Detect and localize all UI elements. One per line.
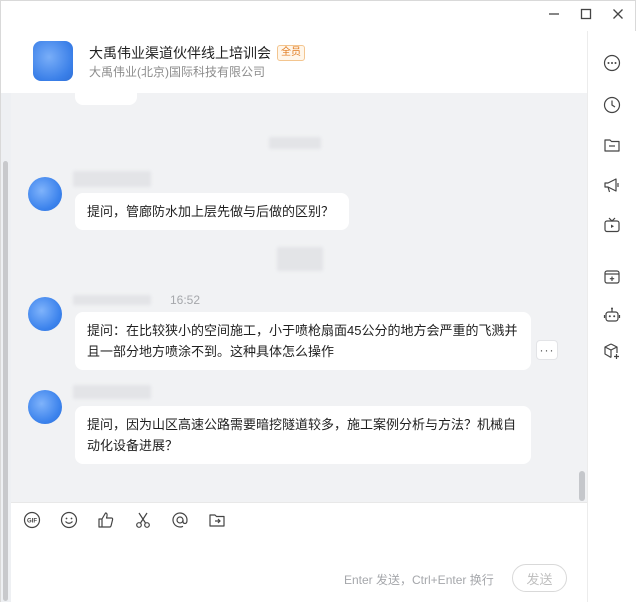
thumbs-up-icon[interactable] (97, 511, 115, 529)
message-bubble[interactable]: 提问，管廊防水加上层先做与后做的区别？ (75, 193, 349, 230)
group-title[interactable]: 大禹伟业渠道伙伴线上培训会 (89, 43, 271, 63)
redacted-timestamp (269, 137, 321, 149)
sender-avatar[interactable] (28, 297, 62, 331)
message-text: 提问，管廊防水加上层先做与后做的区别？ (87, 204, 335, 219)
message-bubble[interactable]: 提问，因为山区高速公路需要暗挖隧道较多，施工案例分析与方法？机械自动化设备进展？ (75, 406, 531, 464)
maximize-icon[interactable] (579, 7, 593, 21)
svg-text:GIF: GIF (27, 518, 37, 524)
group-title-row: 大禹伟业渠道伙伴线上培训会 全员 (89, 43, 305, 63)
send-hint: Enter 发送，Ctrl+Enter 换行 (344, 573, 494, 587)
message-scrollbar[interactable] (579, 471, 585, 501)
scissors-icon[interactable] (134, 511, 152, 529)
folder-icon[interactable] (602, 135, 622, 155)
member-badge: 全员 (277, 45, 305, 61)
message-bubble-partial (75, 93, 137, 105)
redacted-sender-name (73, 385, 151, 399)
window-controls (547, 7, 625, 21)
folder-send-icon[interactable] (208, 511, 226, 529)
redacted-sender-name (73, 295, 151, 305)
message-text: 提问：在比较狭小的空间施工，小于喷枪扇面45公分的地方会严重的飞溅并且一部分地方… (87, 323, 518, 359)
live-tv-icon[interactable] (602, 215, 622, 235)
message-list: 提问，管廊防水加上层先做与后做的区别？ 16:52 提问：在比较狭小的空间施工，… (11, 93, 587, 502)
announcement-icon[interactable] (602, 175, 622, 195)
message-more-button[interactable]: ··· (536, 340, 558, 360)
send-button[interactable]: 发送 (512, 564, 567, 592)
message-text: 提问，因为山区高速公路需要暗挖隧道较多，施工案例分析与方法？机械自动化设备进展？ (87, 417, 517, 453)
gif-icon[interactable]: GIF (23, 511, 41, 529)
message-bubble[interactable]: 提问：在比较狭小的空间施工，小于喷枪扇面45公分的地方会严重的飞溅并且一部分地方… (75, 312, 531, 370)
redacted-sender-name (73, 171, 151, 187)
minimize-icon[interactable] (547, 7, 561, 21)
close-icon[interactable] (611, 7, 625, 21)
history-icon[interactable] (602, 95, 622, 115)
chat-header: 大禹伟业渠道伙伴线上培训会 全员 大禹伟业(北京)国际科技有限公司 (11, 31, 587, 93)
left-scrollbar[interactable] (3, 161, 8, 601)
emoji-icon[interactable] (60, 511, 78, 529)
chat-window: 大禹伟业渠道伙伴线上培训会 全员 大禹伟业(北京)国际科技有限公司 提问，管廊防… (0, 0, 636, 602)
input-area[interactable]: GIF Enter 发送，Ctrl+Enter 换行 发送 (11, 502, 587, 602)
message-time: 16:52 (170, 293, 201, 307)
input-toolbar: GIF (23, 511, 226, 529)
right-sidebar (587, 31, 636, 602)
at-icon[interactable] (171, 511, 189, 529)
group-subtitle: 大禹伟业(北京)国际科技有限公司 (89, 65, 265, 79)
cube-add-icon[interactable] (602, 341, 622, 361)
sender-avatar[interactable] (28, 390, 62, 424)
add-app-icon[interactable] (602, 267, 622, 287)
group-avatar[interactable] (33, 41, 73, 81)
robot-icon[interactable] (602, 305, 622, 325)
more-icon[interactable] (602, 53, 622, 73)
redacted-timestamp (277, 247, 323, 271)
sender-avatar[interactable] (28, 177, 62, 211)
